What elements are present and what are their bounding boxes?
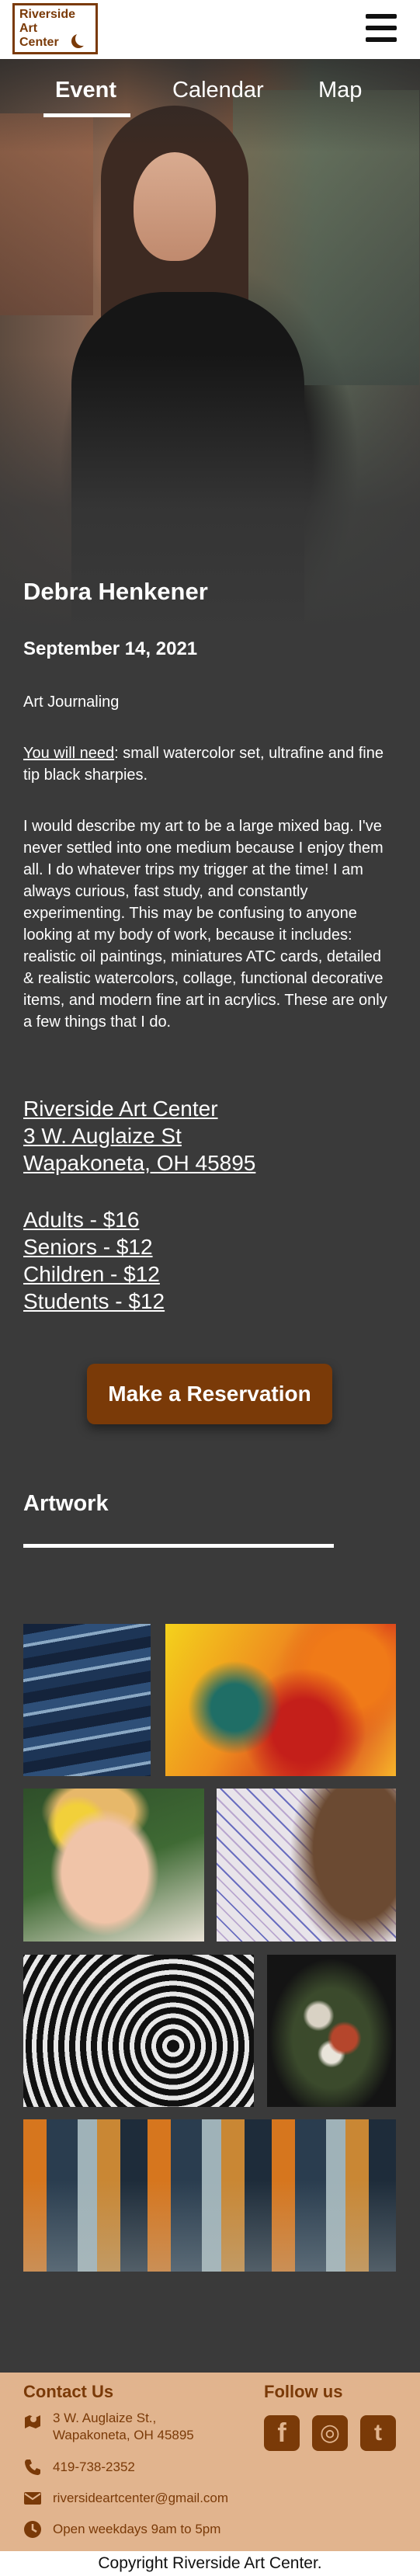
supplies-label: You will need	[23, 745, 115, 762]
hero-artist-photo	[0, 59, 420, 634]
phone-icon	[25, 2460, 40, 2475]
footer-phone[interactable]: 419-738-2352	[53, 2459, 135, 2476]
active-tab-indicator	[43, 113, 130, 117]
hamburger-bar	[366, 14, 397, 19]
footer-address[interactable]: 3 W. Auglaize St., Wapakoneta, OH 45895	[53, 2410, 194, 2444]
price-seniors: Seniors - $12	[23, 1235, 153, 1259]
envelope-icon	[24, 2492, 41, 2505]
instagram-icon[interactable]: ◎	[312, 2415, 348, 2451]
hamburger-icon[interactable]	[366, 14, 397, 42]
moon-icon	[75, 32, 89, 46]
copyright: Copyright Riverside Art Center.	[0, 2551, 420, 2576]
top-bar: Riverside Art Center	[0, 0, 420, 59]
artwork-divider	[23, 1544, 334, 1548]
artwork-flower-still-life[interactable]	[267, 1955, 396, 2107]
artwork-heading: Artwork	[23, 1491, 109, 1516]
logo-line-1: Riverside	[19, 8, 76, 21]
make-reservation-button[interactable]: Make a Reservation	[87, 1364, 332, 1424]
logo[interactable]: Riverside Art Center	[12, 3, 98, 54]
artwork-bw-spiral[interactable]	[23, 1955, 254, 2107]
event-medium: Art Journaling	[23, 694, 120, 711]
artwork-painting-hands[interactable]	[217, 1789, 396, 1942]
event-date: September 14, 2021	[23, 638, 198, 659]
venue-name[interactable]: Riverside Art Center	[23, 1095, 255, 1122]
artist-name: Debra Henkener	[23, 578, 208, 605]
artist-face	[134, 152, 216, 261]
footer-email[interactable]: riversideartcenter@gmail.com	[53, 2490, 228, 2507]
footer: Contact Us 3 W. Auglaize St., Wapakoneta…	[0, 2373, 420, 2551]
artist-description: I would describe my art to be a large mi…	[23, 818, 387, 1031]
venue-street[interactable]: 3 W. Auglaize St	[23, 1122, 255, 1149]
facebook-icon[interactable]: f	[264, 2415, 300, 2451]
tab-calendar[interactable]: Calendar	[172, 78, 264, 103]
event-tabs: Event Calendar Map	[0, 78, 420, 121]
footer-hours: Open weekdays 9am to 5pm	[53, 2522, 221, 2536]
artwork-child-portrait[interactable]	[23, 1789, 204, 1942]
map-location-icon	[25, 2415, 40, 2428]
follow-heading: Follow us	[264, 2382, 343, 2401]
venue-city[interactable]: Wapakoneta, OH 45895	[23, 1149, 255, 1177]
tab-event[interactable]: Event	[55, 78, 116, 103]
supplies-needed: You will need: small watercolor set, ult…	[23, 742, 388, 786]
address-line-1: 3 W. Auglaize St.,	[53, 2411, 157, 2425]
hamburger-bar	[366, 37, 397, 42]
address-line-2: Wapakoneta, OH 45895	[53, 2428, 194, 2442]
venue-address[interactable]: Riverside Art Center 3 W. Auglaize St Wa…	[23, 1095, 255, 1177]
price-adults: Adults - $16	[23, 1208, 140, 1232]
clock-icon	[24, 2521, 41, 2538]
artwork-color-splash[interactable]	[165, 1624, 396, 1776]
tab-map[interactable]: Map	[318, 78, 362, 103]
price-students: Students - $12	[23, 1289, 165, 1313]
contact-heading: Contact Us	[23, 2382, 114, 2401]
ticket-prices: Adults - $16 Seniors - $12 Children - $1…	[23, 1206, 165, 1315]
price-children: Children - $12	[23, 1262, 160, 1286]
artwork-wide-abstract[interactable]	[23, 2119, 396, 2272]
twitter-icon[interactable]: t	[360, 2415, 396, 2451]
artwork-blue-abstract[interactable]	[23, 1624, 151, 1776]
hamburger-bar	[366, 26, 397, 30]
